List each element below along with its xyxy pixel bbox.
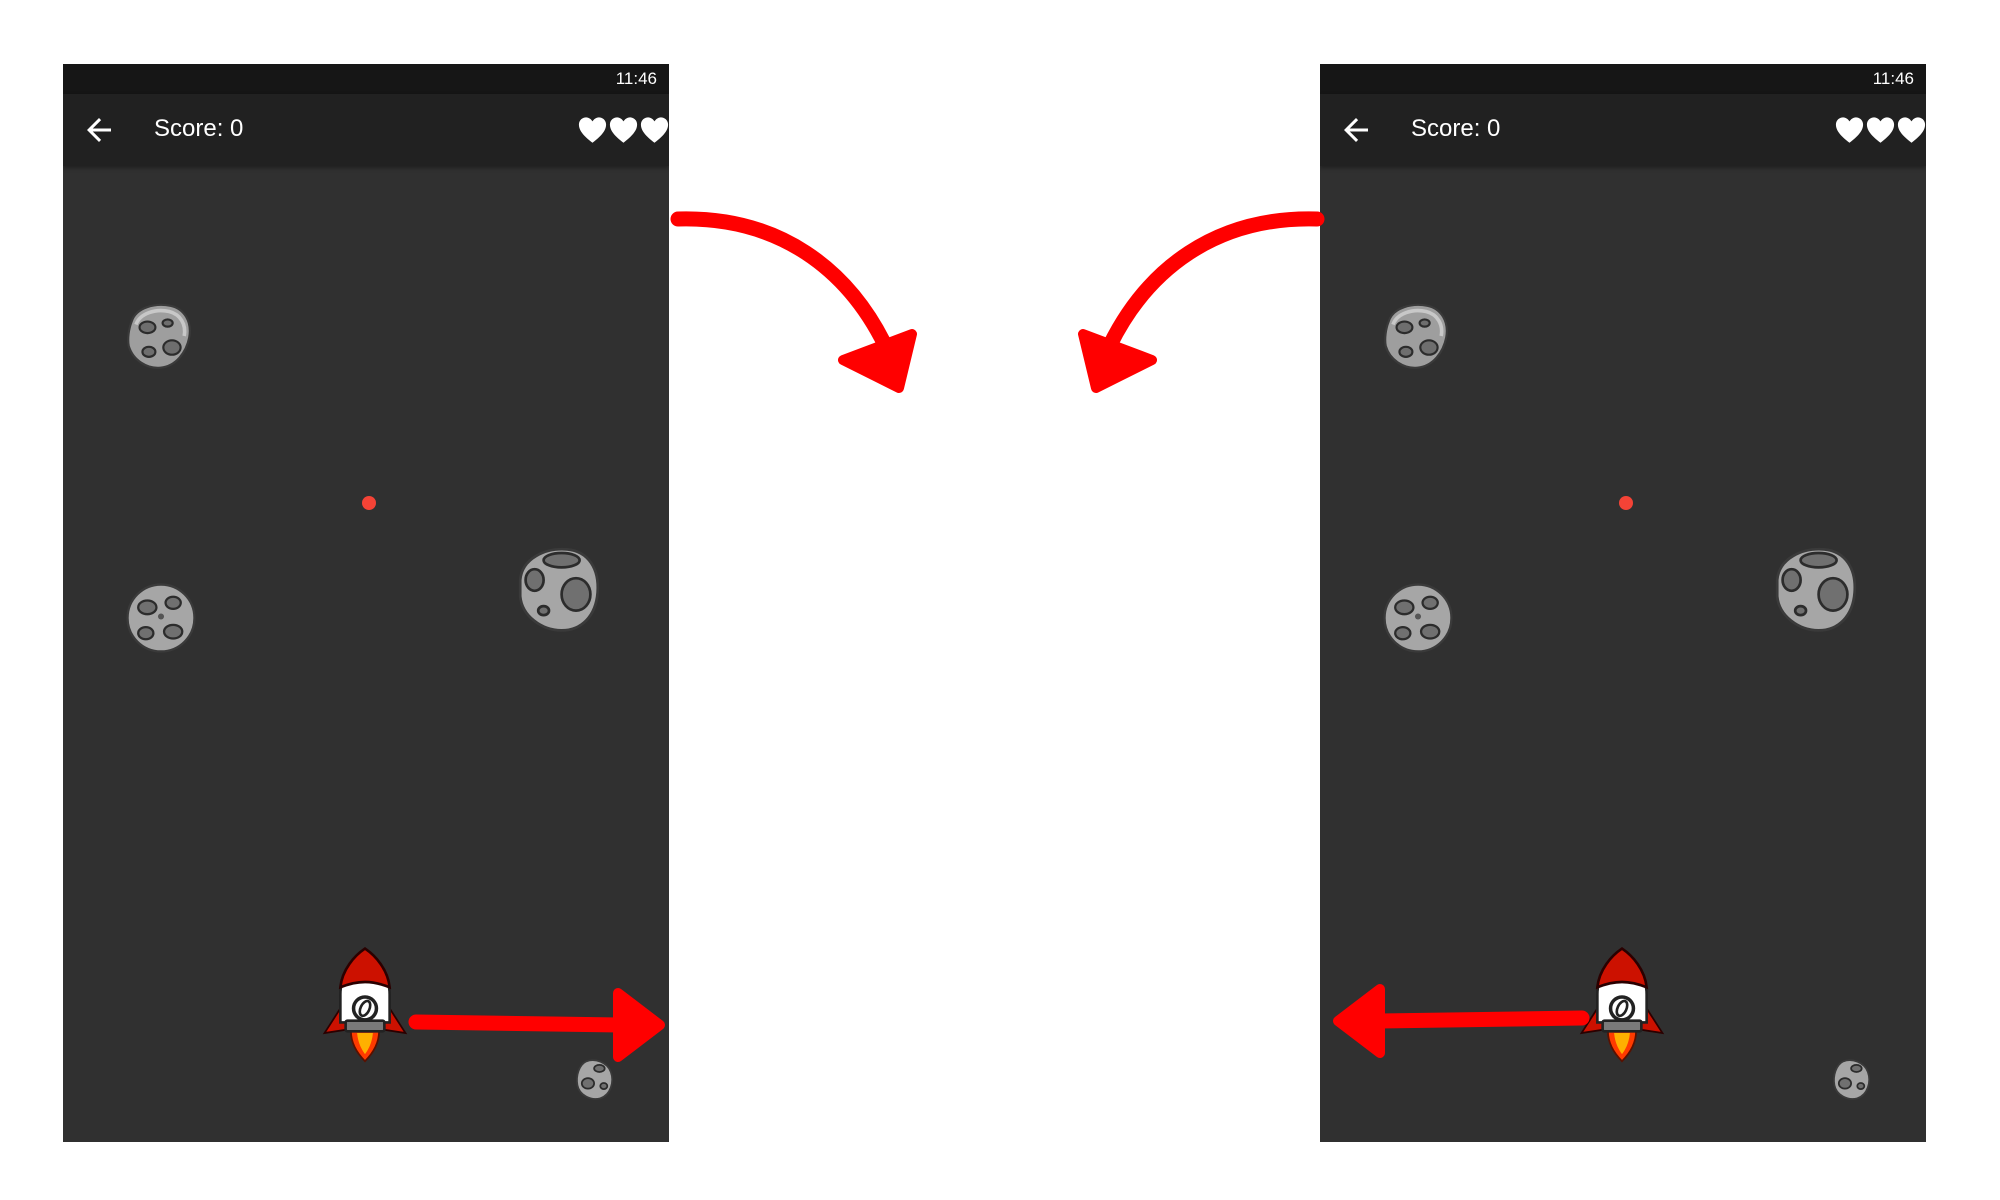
bullet <box>1619 496 1633 510</box>
status-bar: 11:46 <box>63 64 669 94</box>
asteroid-icon <box>573 1054 617 1104</box>
game-screen-left: 11:46 Score: 0 <box>63 64 669 1142</box>
asteroid-icon <box>1380 580 1456 656</box>
game-area[interactable] <box>1320 166 1926 1142</box>
curved-arrow-left <box>1102 211 1325 353</box>
lives-indicator <box>1835 116 1926 146</box>
asteroid-icon <box>1830 1054 1874 1104</box>
curved-arrow-right <box>670 211 893 353</box>
arrow-left-icon <box>1344 118 1368 142</box>
status-bar: 11:46 <box>1320 64 1926 94</box>
asteroid-icon <box>123 300 195 372</box>
heart-icon <box>1897 116 1926 144</box>
score-label: Score: 0 <box>1411 115 1501 142</box>
heart-icon <box>1835 116 1864 144</box>
heart-icon <box>578 116 607 144</box>
heart-icon <box>1866 116 1895 144</box>
asteroid-icon <box>1770 544 1860 634</box>
back-button[interactable] <box>81 112 117 148</box>
rocket-icon[interactable] <box>321 942 409 1066</box>
game-screen-right: 11:46 Score: 0 <box>1320 64 1926 1142</box>
status-time: 11:46 <box>1872 69 1914 88</box>
asteroid-icon <box>1380 300 1452 372</box>
curved-arrow-right-head <box>838 329 917 393</box>
app-bar: Score: 0 <box>63 94 669 166</box>
back-button[interactable] <box>1338 112 1374 148</box>
heart-icon <box>609 116 638 144</box>
status-time: 11:46 <box>615 69 657 88</box>
curved-arrow-left-head <box>1078 329 1157 393</box>
rocket-icon[interactable] <box>1578 942 1666 1066</box>
score-label: Score: 0 <box>154 115 244 142</box>
game-area[interactable] <box>63 166 669 1142</box>
lives-indicator <box>578 116 669 146</box>
arrow-left-icon <box>87 118 111 142</box>
heart-icon <box>640 116 669 144</box>
app-bar: Score: 0 <box>1320 94 1926 166</box>
asteroid-icon <box>123 580 199 656</box>
asteroid-icon <box>513 544 603 634</box>
bullet <box>362 496 376 510</box>
